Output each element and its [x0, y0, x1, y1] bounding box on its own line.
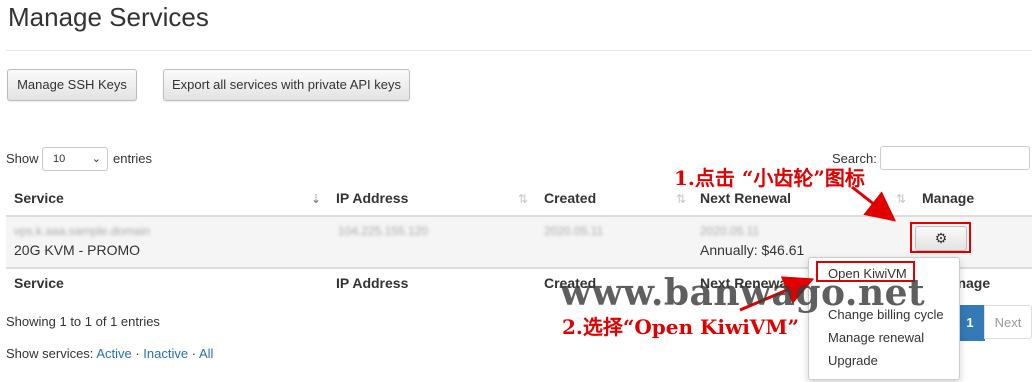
annotation-arrows: [739, 185, 897, 312]
watermark: www.banwago.net: [560, 272, 926, 314]
arrow-to-gear: [851, 185, 897, 222]
